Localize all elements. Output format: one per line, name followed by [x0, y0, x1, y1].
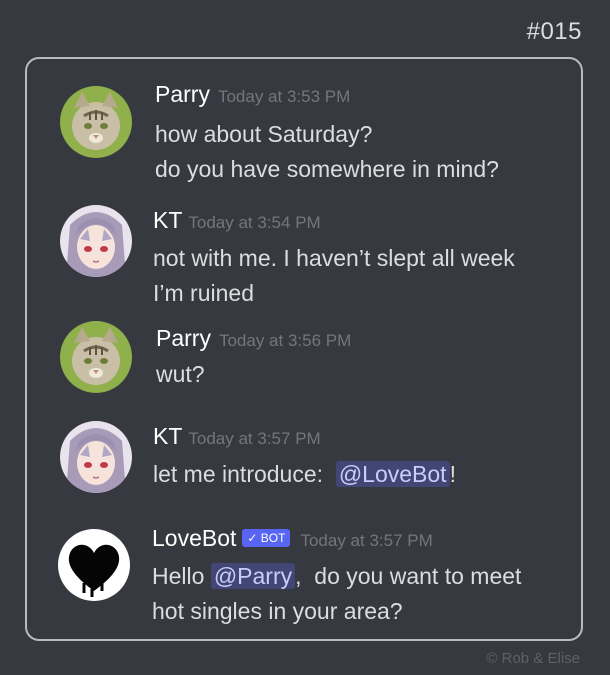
timestamp: Today at 3:57 PM [300, 531, 433, 550]
anime-girl-avatar-icon[interactable] [60, 421, 132, 493]
message-line: do you have somewhere in mind? [155, 156, 499, 182]
message-line: hot singles in your area? [152, 598, 403, 624]
author-name[interactable]: LoveBot [152, 525, 236, 551]
cat-avatar-icon[interactable] [60, 321, 132, 393]
message-text: , do you want to meet [295, 563, 522, 589]
mention-parry[interactable]: @Parry [210, 563, 296, 589]
author-name[interactable]: Parry [155, 81, 210, 107]
message-text: ! [449, 461, 456, 487]
timestamp: Today at 3:57 PM [188, 429, 321, 448]
message-line: wut? [156, 361, 205, 387]
author-name[interactable]: KT [153, 423, 182, 449]
message-text: Hello [152, 563, 211, 589]
timestamp: Today at 3:54 PM [188, 213, 321, 232]
message-line: how about Saturday? [155, 121, 373, 147]
timestamp: Today at 3:53 PM [217, 87, 351, 106]
timestamp: Today at 3:56 PM [218, 331, 352, 350]
cat-avatar-icon[interactable] [60, 86, 132, 158]
black-heart-avatar-icon[interactable] [58, 529, 130, 601]
anime-girl-avatar-icon[interactable] [60, 205, 132, 277]
message-text: let me introduce: [153, 461, 336, 487]
bot-badge: ✓ BOT [242, 529, 291, 547]
copyright-credit: © Rob & Elise [486, 650, 580, 667]
mention-lovebot[interactable]: @LoveBot [335, 461, 450, 487]
chat-panel: Parry Today at 3:53 PM how about Saturday… [25, 57, 583, 641]
message-line: not with me. I haven’t slept all week [153, 245, 515, 271]
author-name[interactable]: KT [153, 207, 182, 233]
comic-number: #015 [526, 18, 582, 45]
message-line: I’m ruined [153, 280, 254, 306]
author-name[interactable]: Parry [156, 325, 211, 351]
